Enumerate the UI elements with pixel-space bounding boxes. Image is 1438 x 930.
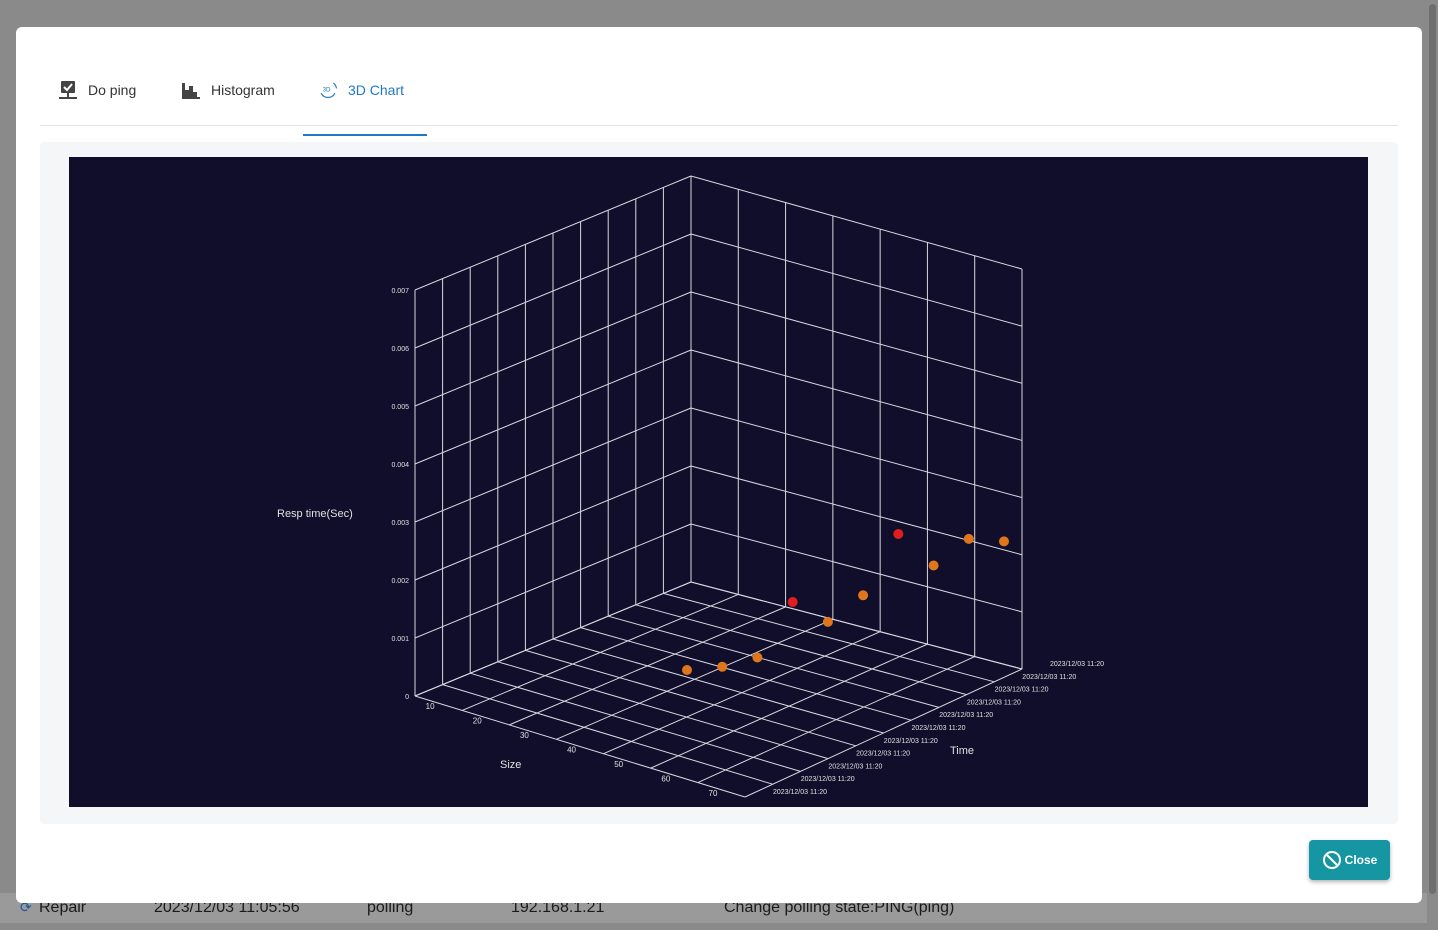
right-wall-z-gridline xyxy=(690,175,1023,270)
x-axis-title: Size xyxy=(500,759,521,771)
floor-gridline xyxy=(744,668,1023,798)
tab-label: Do ping xyxy=(88,82,137,98)
ping-icon xyxy=(58,80,78,100)
tab-label: Histogram xyxy=(211,82,275,98)
close-button[interactable]: Close xyxy=(1309,840,1390,880)
x-tick-label: 20 xyxy=(473,717,482,726)
x-tick-label: 50 xyxy=(614,760,623,769)
y-axis-title: Time xyxy=(950,745,974,757)
tab-do-ping[interactable]: Do ping xyxy=(58,69,136,111)
z-tick-label: 0.001 xyxy=(391,636,409,643)
data-point[interactable] xyxy=(858,590,869,601)
data-point[interactable] xyxy=(717,661,728,672)
y-tick-label: 2023/12/03 11:20 xyxy=(939,712,993,719)
3d-chart[interactable]: 0 0.001 0.002 0.003 0.004 0.005 0.006 0.007 10 20… xyxy=(69,157,1368,807)
z-tick-label: 0.005 xyxy=(391,404,409,411)
y-tick-label: 2023/12/03 11:20 xyxy=(884,738,938,745)
floor-gridline xyxy=(603,631,881,755)
chart-panel: 0 0.001 0.002 0.003 0.004 0.005 0.006 0.007 10 20… xyxy=(40,142,1398,824)
data-point[interactable] xyxy=(999,536,1009,547)
x-tick-label: 70 xyxy=(709,789,718,798)
data-point[interactable] xyxy=(963,533,974,544)
data-point[interactable] xyxy=(822,616,833,627)
y-tick-label: 2023/12/03 11:20 xyxy=(912,725,966,732)
page-scroll-thumb[interactable] xyxy=(1429,4,1436,894)
z-tick-label: 0 xyxy=(405,694,409,701)
y-tick-label: 2023/12/03 11:20 xyxy=(856,751,910,758)
x-tick-label: 10 xyxy=(426,702,435,711)
right-wall-z-gridline xyxy=(690,291,1023,384)
right-wall-z-gridline xyxy=(690,233,1023,327)
x-tick-label: 40 xyxy=(567,746,576,755)
floor-gridline xyxy=(509,606,786,726)
right-wall-z-gridline xyxy=(690,407,1023,499)
z-tick-label: 0.004 xyxy=(391,462,409,469)
floor-gridline xyxy=(470,672,801,772)
z-tick-label: 0.007 xyxy=(391,288,409,295)
floor-gridline xyxy=(442,684,773,785)
z-axis-title: Resp time(Sec) xyxy=(277,508,353,520)
y-tick-label: 2023/12/03 11:20 xyxy=(801,776,855,783)
data-point[interactable] xyxy=(682,665,692,675)
floor-gridline xyxy=(414,695,746,798)
floor-gridline xyxy=(461,593,739,711)
ban-icon xyxy=(1322,851,1341,869)
y-tick-label: 2023/12/03 11:20 xyxy=(1022,674,1076,681)
z-tick-label: 0.003 xyxy=(391,520,409,527)
floor-gridline xyxy=(556,618,834,740)
y-tick-label: 2023/12/03 11:20 xyxy=(967,699,1021,706)
active-tab-indicator xyxy=(303,134,427,136)
y-tick-label: 2023/12/03 11:20 xyxy=(828,763,882,770)
3d-rotate-icon: 3D xyxy=(318,80,338,100)
3d-icon-text: 3D xyxy=(323,87,331,94)
y-tick-label: 2023/12/03 11:20 xyxy=(1050,661,1104,668)
data-point[interactable] xyxy=(787,597,798,607)
3d-chart-svg[interactable]: 0 0.001 0.002 0.003 0.004 0.005 0.006 0.007 10 20… xyxy=(69,157,1368,807)
right-wall-z-gridline xyxy=(690,349,1023,441)
z-tick-label: 0.006 xyxy=(391,346,409,353)
z-tick-label: 0.002 xyxy=(391,578,409,585)
tab-3d-chart[interactable]: 3D 3D Chart xyxy=(318,69,404,111)
histogram-icon xyxy=(181,80,201,100)
y-tick-label: 2023/12/03 11:20 xyxy=(995,687,1049,694)
x-tick-label: 60 xyxy=(661,774,670,783)
x-tick-label: 30 xyxy=(520,731,529,740)
ping-dialog: Do ping Histogram 3D 3D Chart 0 0.001 0.… xyxy=(16,27,1422,903)
data-point[interactable] xyxy=(893,529,904,539)
floor-gridline xyxy=(650,643,928,769)
y-tick-label: 2023/12/03 11:20 xyxy=(773,789,827,796)
tab-histogram[interactable]: Histogram xyxy=(181,69,275,111)
close-label: Close xyxy=(1344,853,1378,867)
tab-label: 3D Chart xyxy=(348,82,405,98)
data-point[interactable] xyxy=(928,560,939,571)
tab-bar: Do ping Histogram 3D 3D Chart xyxy=(40,55,1398,136)
data-point[interactable] xyxy=(752,652,763,663)
